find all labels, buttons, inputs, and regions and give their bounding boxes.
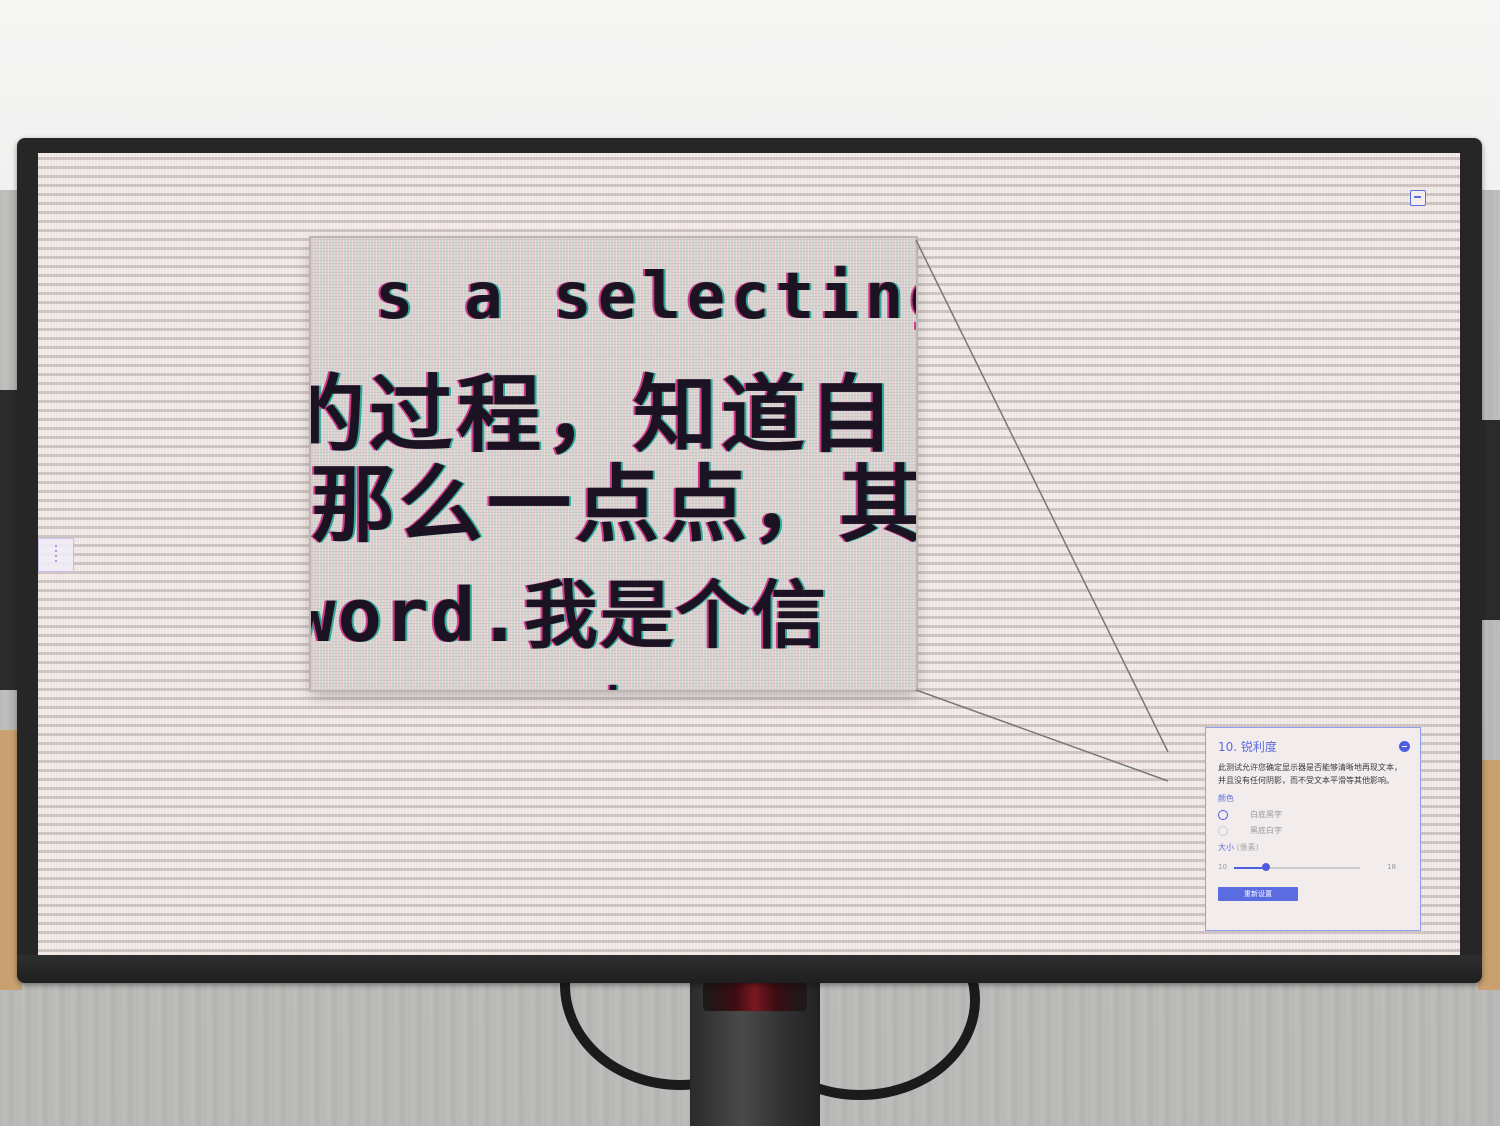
slider-fill bbox=[1234, 867, 1266, 869]
zoom-text-line: s a selecting bbox=[375, 260, 916, 334]
size-unit: (像素) bbox=[1236, 843, 1259, 852]
color-option-label: 黑底白字 bbox=[1250, 826, 1282, 835]
drag-handle-icon[interactable] bbox=[38, 538, 74, 572]
zoom-text-line: . bbox=[601, 656, 632, 690]
stand-logo bbox=[703, 983, 807, 1011]
sharpness-settings-panel: 10. 锐利度 此测试允许您确定显示器是否能够清晰地再现文本，并且没有任何阴影，… bbox=[1205, 727, 1421, 931]
slider-max: 18 bbox=[1387, 863, 1396, 871]
color-label: 颜色 bbox=[1218, 794, 1234, 803]
radio-unselected[interactable] bbox=[1218, 825, 1228, 836]
slider-min: 10 bbox=[1218, 863, 1227, 871]
size-slider[interactable]: 10 18 bbox=[1218, 861, 1408, 875]
minimize-panel-icon[interactable] bbox=[1399, 741, 1410, 752]
color-option-white-bg[interactable]: 白底黑字 bbox=[1218, 809, 1408, 820]
monitor-chin bbox=[17, 955, 1482, 983]
zoom-text-line: word.我是个信 bbox=[311, 573, 828, 659]
magnified-view: s a selecting 的过程，知道自 那么一点点，其 word.我是个信 … bbox=[311, 238, 916, 690]
radio-selected[interactable] bbox=[1218, 809, 1228, 820]
size-label-text: 大小 bbox=[1218, 843, 1234, 852]
color-option-label: 白底黑字 bbox=[1250, 810, 1282, 819]
zoom-text-line: 那么一点点，其 bbox=[311, 456, 916, 554]
reset-button[interactable]: 重新设置 bbox=[1218, 887, 1298, 901]
panel-title: 10. 锐利度 bbox=[1218, 740, 1277, 754]
mount-bracket-right bbox=[1480, 420, 1500, 620]
slider-knob[interactable] bbox=[1261, 863, 1270, 871]
color-option-black-bg[interactable]: 黑底白字 bbox=[1218, 825, 1408, 836]
exit-fullscreen-icon[interactable] bbox=[1410, 190, 1426, 206]
panel-description: 此测试允许您确定显示器是否能够清晰地再现文本，并且没有任何阴影，而不受文本平滑等… bbox=[1218, 763, 1402, 785]
size-label: 大小 (像素) bbox=[1218, 842, 1408, 853]
